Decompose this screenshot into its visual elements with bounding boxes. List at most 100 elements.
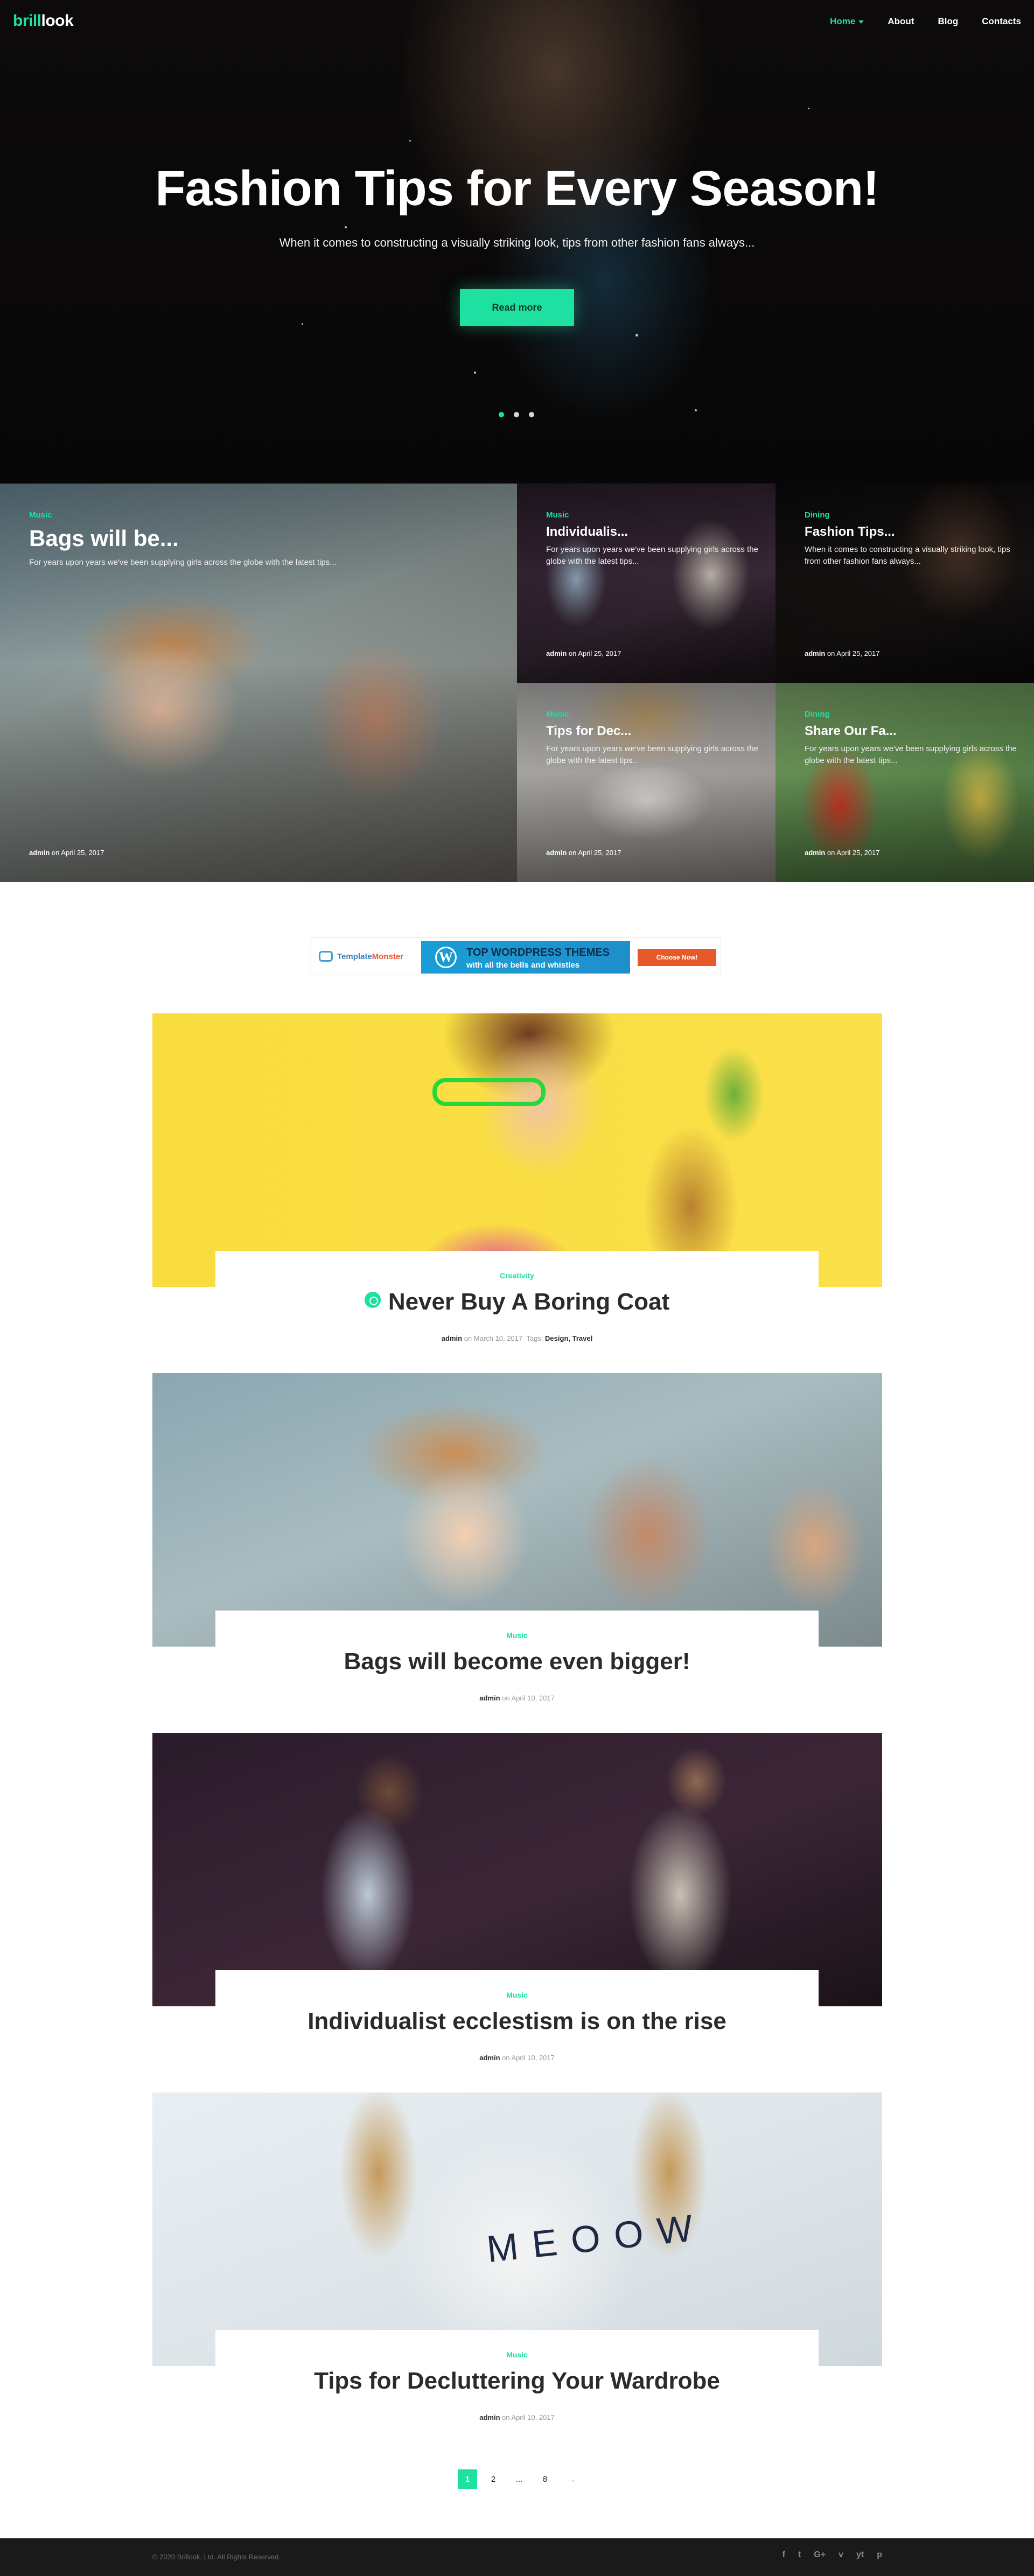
post-title[interactable]: Tips for Decluttering Your Wardrobe: [215, 2368, 819, 2395]
post-title-text: Never Buy A Boring Coat: [388, 1289, 670, 1315]
featured-tile[interactable]: Music Individualis... For years upon yea…: [517, 484, 776, 683]
wordpress-icon: W: [435, 947, 457, 968]
sparkle: [695, 409, 697, 411]
tile-meta: admin on April 25, 2017: [805, 649, 880, 657]
post-title[interactable]: Never Buy A Boring Coat: [215, 1289, 819, 1315]
site-footer: © 2020 Brillook, Ltd. All Rights Reserve…: [0, 2538, 1034, 2576]
featured-tile[interactable]: Dining Share Our Fa... For years upon ye…: [776, 683, 1034, 882]
choose-now-button[interactable]: Choose Now!: [638, 949, 716, 966]
tile-date: on April 25, 2017: [827, 849, 880, 857]
nav-item-home[interactable]: Home: [830, 16, 864, 27]
tile-date: on April 25, 2017: [568, 649, 621, 657]
tile-meta: admin on April 25, 2017: [805, 849, 880, 857]
post-category[interactable]: Music: [215, 2350, 819, 2359]
ad-brand-b: Monster: [372, 951, 404, 961]
tile-title: Bags will be...: [29, 526, 179, 551]
post-date: on April 10, 2017: [502, 2054, 555, 2062]
hero-title: Fashion Tips for Every Season!: [155, 161, 879, 216]
post-image[interactable]: [152, 1733, 882, 2006]
post-image[interactable]: [152, 1013, 882, 1287]
tile-excerpt: For years upon years we've been supplyin…: [546, 545, 758, 566]
featured-grid: Music Bags will be... For years upon yea…: [0, 484, 1034, 882]
page-8[interactable]: 8: [535, 2469, 555, 2489]
post-card: Music Tips for Decluttering Your Wardrob…: [215, 2330, 819, 2446]
post-meta: admin on March 10, 2017 Tags: Design, Tr…: [215, 1334, 819, 1342]
tile-author: admin: [546, 849, 567, 857]
tile-title: Tips for Dec...: [546, 724, 632, 738]
slider-dot[interactable]: [529, 412, 534, 417]
slider-dot[interactable]: [499, 412, 504, 417]
page-1[interactable]: 1: [458, 2469, 477, 2489]
nav-item-about[interactable]: About: [888, 16, 914, 27]
next-arrow-icon[interactable]: →: [561, 2469, 581, 2489]
post-image[interactable]: [152, 1373, 882, 1647]
google-plus-icon[interactable]: G+: [814, 2550, 826, 2560]
main-nav: Home About Blog Contacts: [830, 16, 1021, 27]
tile-category: Music: [546, 510, 569, 520]
hero-slider: brilllook Home About Blog Contacts Fashi…: [0, 0, 1034, 484]
featured-tile[interactable]: Music Tips for Dec... For years upon yea…: [517, 683, 776, 882]
pinterest-icon[interactable]: p: [877, 2550, 882, 2560]
post-author[interactable]: admin: [442, 1334, 462, 1342]
tile-author: admin: [805, 649, 826, 657]
sparkle: [474, 372, 476, 374]
logo-part-2: look: [41, 12, 74, 30]
post-meta: admin on April 10, 2017: [215, 2054, 819, 2062]
post-author[interactable]: admin: [479, 1694, 500, 1702]
vimeo-icon[interactable]: v: [839, 2550, 843, 2560]
tile-date: on April 25, 2017: [568, 849, 621, 857]
featured-tile[interactable]: Dining Fashion Tips... When it comes to …: [776, 484, 1034, 683]
sparkle: [635, 334, 638, 337]
tile-date: on April 25, 2017: [827, 649, 880, 657]
post-title[interactable]: Individualist ecclestism is on the rise: [215, 2008, 819, 2035]
tile-category: Music: [29, 510, 52, 520]
post-date: on March 10, 2017: [464, 1334, 523, 1342]
tile-author: admin: [29, 849, 50, 857]
slider-dots: [499, 412, 534, 417]
pagination: 1 2 ... 8 →: [458, 2469, 581, 2489]
logo-part-1: brill: [13, 12, 41, 30]
read-more-button[interactable]: Read more: [460, 289, 574, 326]
twitter-icon[interactable]: t: [798, 2550, 801, 2560]
page-ellipsis: ...: [515, 2474, 523, 2484]
post-category[interactable]: Music: [215, 1991, 819, 1999]
post-author[interactable]: admin: [479, 2054, 500, 2062]
nav-item-blog[interactable]: Blog: [938, 16, 958, 27]
tshirt-print: MEOOW: [485, 2205, 709, 2271]
sunglasses-shape: [432, 1078, 546, 1106]
slider-dot[interactable]: [514, 412, 519, 417]
ad-banner[interactable]: TemplateMonster W TOP WORDPRESS THEMES w…: [311, 937, 721, 976]
post-meta: admin on April 10, 2017: [215, 1694, 819, 1702]
tile-excerpt: When it comes to constructing a visually…: [805, 545, 1010, 566]
ad-brand-a: Template: [337, 951, 372, 961]
post-date: on April 10, 2017: [502, 1694, 555, 1702]
site-logo[interactable]: brilllook: [13, 12, 74, 30]
post-image[interactable]: MEOOW: [152, 2092, 882, 2366]
ad-headline: TOP WORDPRESS THEMES: [466, 947, 610, 958]
tile-date: on April 25, 2017: [51, 849, 104, 857]
facebook-icon[interactable]: f: [783, 2550, 785, 2560]
hero-subtitle: When it comes to constructing a visually…: [279, 236, 755, 249]
post-title[interactable]: Bags will become even bigger!: [215, 1648, 819, 1675]
tile-excerpt: For years upon years we've been supplyin…: [29, 558, 337, 567]
post-author[interactable]: admin: [479, 2413, 500, 2421]
post-tags-label: Tags:: [526, 1334, 543, 1342]
tile-title: Share Our Fa...: [805, 724, 897, 738]
copyright-text: © 2020 Brillook, Ltd. All Rights Reserve…: [152, 2553, 281, 2561]
sparkle: [345, 226, 347, 228]
sparkle: [409, 140, 411, 142]
nav-item-contacts[interactable]: Contacts: [982, 16, 1021, 27]
post-card: Creativity Never Buy A Boring Coat admin…: [215, 1251, 819, 1367]
post-category[interactable]: Creativity: [215, 1271, 819, 1280]
ad-wordpress-panel: W TOP WORDPRESS THEMES with all the bell…: [421, 941, 630, 974]
featured-tile[interactable]: Music Bags will be... For years upon yea…: [0, 484, 517, 882]
nav-label: Home: [830, 16, 856, 26]
tile-title: Individualis...: [546, 524, 628, 539]
youtube-icon[interactable]: yt: [856, 2550, 864, 2560]
tile-author: admin: [805, 849, 826, 857]
post-tags[interactable]: Design, Travel: [545, 1334, 592, 1342]
page-2[interactable]: 2: [484, 2469, 503, 2489]
sparkle: [302, 323, 303, 325]
post-category[interactable]: Music: [215, 1631, 819, 1640]
tile-meta: admin on April 25, 2017: [546, 849, 621, 857]
